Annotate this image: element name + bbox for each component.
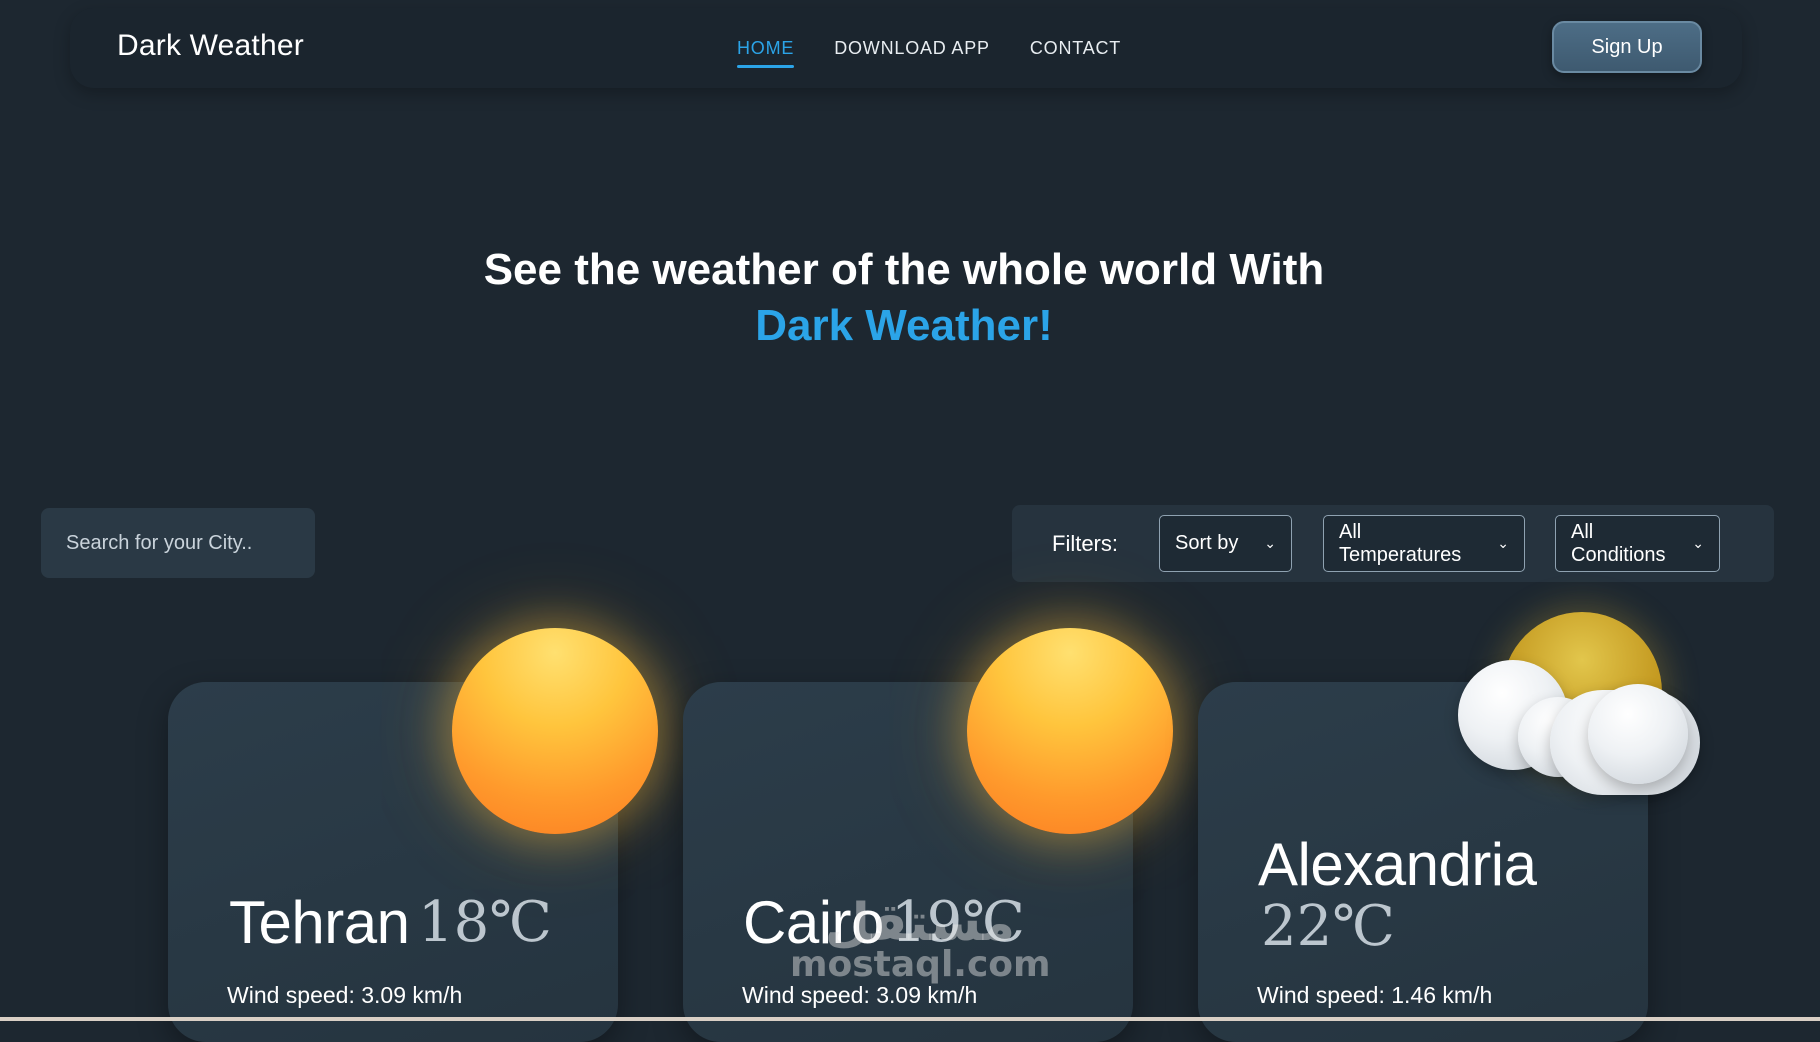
sun-icon xyxy=(452,628,658,834)
nav-home[interactable]: HOME xyxy=(737,38,795,68)
navbar: Dark Weather HOME DOWNLOAD APP CONTACT S… xyxy=(70,8,1742,88)
temperature-select-value: All Temperatures xyxy=(1339,520,1462,566)
hero-highlight: Dark Weather! xyxy=(755,301,1053,350)
sort-select-value: Sort by xyxy=(1175,532,1239,554)
nav-download-app[interactable]: DOWNLOAD APP xyxy=(834,38,990,65)
card-wind-speed: Wind speed: 3.09 km/h xyxy=(227,982,463,1008)
chevron-down-icon: ⌄ xyxy=(1692,535,1704,551)
signup-button[interactable]: Sign Up xyxy=(1552,21,1702,73)
card-wind-speed: Wind speed: 3.09 km/h xyxy=(742,982,978,1008)
card-temperature: 19℃ xyxy=(891,890,1025,955)
nav-contact[interactable]: CONTACT xyxy=(1030,38,1121,65)
filters-bar: Filters: Sort by ⌄ All Temperatures ⌄ Al… xyxy=(1012,505,1774,582)
brand-logo[interactable]: Dark Weather xyxy=(117,29,304,63)
conditions-select-value: All Conditions xyxy=(1571,520,1666,566)
hero: See the weather of the whole world With … xyxy=(0,242,1820,354)
card-city: Tehran xyxy=(229,889,410,956)
temperature-select[interactable]: All Temperatures ⌄ xyxy=(1323,515,1525,572)
chevron-down-icon: ⌄ xyxy=(1497,535,1509,551)
card-temperature: 22℃ xyxy=(1261,894,1395,959)
sort-select[interactable]: Sort by ⌄ xyxy=(1159,515,1292,572)
search-input[interactable] xyxy=(41,508,315,578)
nav-links: HOME DOWNLOAD APP CONTACT xyxy=(737,38,1121,68)
conditions-select[interactable]: All Conditions ⌄ xyxy=(1555,515,1720,572)
card-wind-speed: Wind speed: 1.46 km/h xyxy=(1257,982,1493,1008)
sun-icon xyxy=(967,628,1173,834)
chevron-down-icon: ⌄ xyxy=(1264,535,1276,551)
hero-title: See the weather of the whole world With xyxy=(483,245,1325,294)
partly-cloudy-icon xyxy=(1458,612,1700,802)
card-city: Alexandria xyxy=(1258,831,1537,898)
bottom-strip xyxy=(0,1017,1820,1021)
card-temperature: 18℃ xyxy=(418,890,552,955)
filters-label: Filters: xyxy=(1052,531,1118,556)
cloud-puff xyxy=(1588,684,1688,784)
card-city: Cairo xyxy=(743,889,884,956)
